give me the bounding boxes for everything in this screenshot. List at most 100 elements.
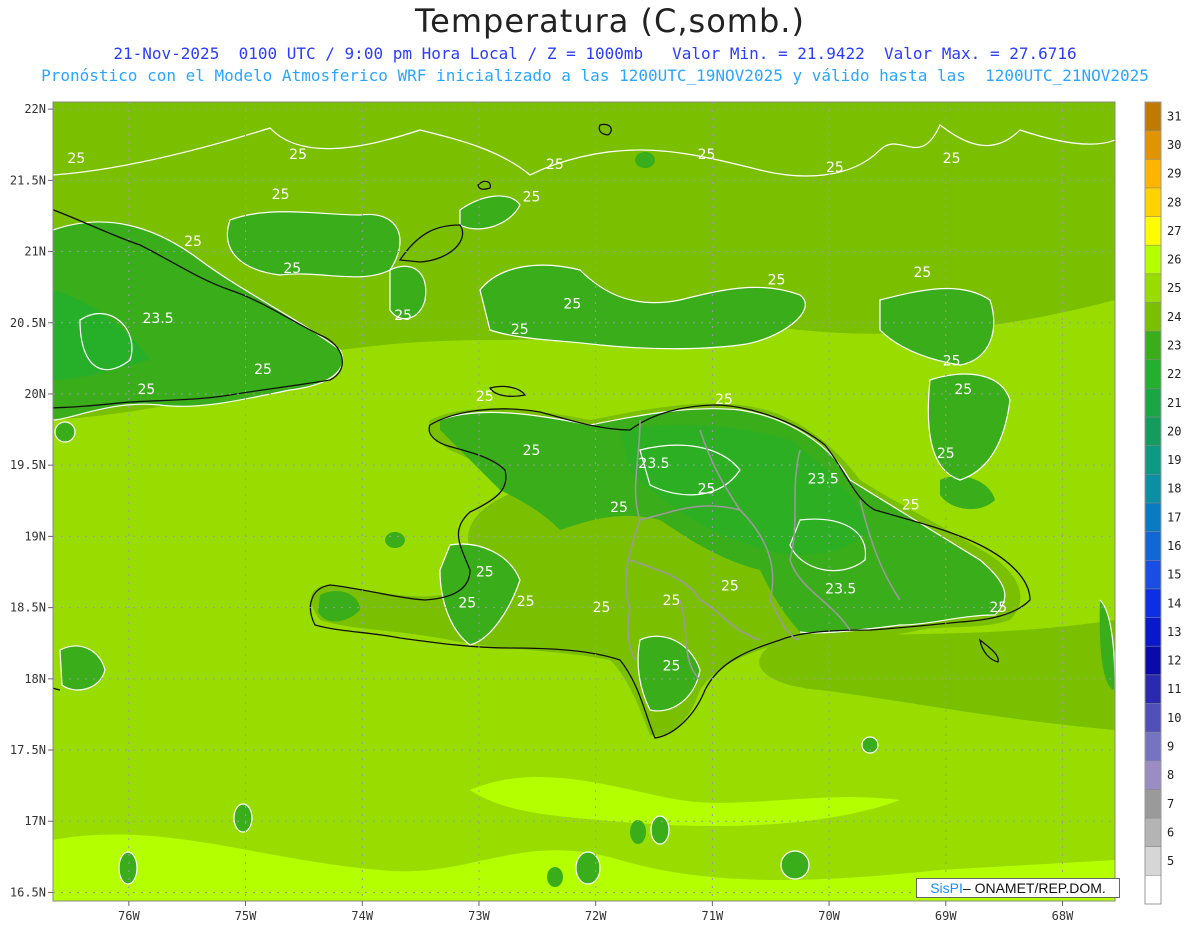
colorbar-tick-label: 18 (1167, 482, 1181, 496)
colorbar-swatch (1145, 417, 1161, 447)
colorbar-swatch (1145, 846, 1161, 876)
lon-tick-label: 69W (935, 909, 957, 923)
contour-value-label: 25 (511, 322, 529, 338)
colorbar-swatch (1145, 445, 1161, 475)
colorbar-tick-label: 26 (1167, 253, 1181, 267)
lat-tick-label: 18N (24, 672, 46, 686)
lat-tick-label: 21.5N (10, 173, 46, 187)
colorbar-swatch (1145, 531, 1161, 561)
colorbar-swatch (1145, 760, 1161, 790)
contour-value-label: 25 (989, 600, 1007, 616)
islet-warm-3 (630, 820, 646, 844)
north-blob-1 (227, 211, 400, 277)
latitude-axis: 22N 21.5N 21N 20.5N 20N 19.5N 19N 18.5N 18N 17.5N… (10, 102, 53, 899)
contour-value-label: 25 (272, 187, 290, 203)
colorbar-tick-label: 6 (1167, 825, 1174, 839)
contour-value-label: 25 (943, 151, 961, 167)
contour-value-label: 25 (289, 147, 307, 163)
contour-value-label: 25 (826, 160, 844, 176)
colorbar-tick-label: 17 (1167, 510, 1181, 524)
lat-tick-label: 17N (24, 814, 46, 828)
lon-tick-label: 71W (702, 909, 724, 923)
lat-tick-label: 20N (24, 387, 46, 401)
contour-value-label: 25 (184, 234, 202, 250)
islet-warm-11 (635, 152, 655, 168)
colorbar-swatch (1145, 216, 1161, 246)
colorbar-tick-label: 29 (1167, 167, 1181, 181)
contour-value-label: 25 (476, 564, 494, 580)
colorbar-tick-label: 28 (1167, 195, 1181, 209)
contour-value-label: 23.5 (825, 581, 856, 597)
colorbar-tick-label: 23 (1167, 338, 1181, 352)
lat-tick-label: 20.5N (10, 316, 46, 330)
longitude-axis: 76W 75W 74W 73W 72W 71W 70W 69W 68W (118, 901, 1074, 923)
contour-value-label: 25 (254, 362, 272, 378)
colorbar-swatch (1145, 588, 1161, 619)
colorbar-swatch (1145, 646, 1161, 676)
lon-tick-label: 68W (1052, 909, 1074, 923)
colorbar-tick-label: 7 (1167, 797, 1174, 811)
lon-tick-label: 76W (118, 909, 140, 923)
contour-value-label: 25 (523, 443, 541, 459)
color-scale-bar: 31 30 29 28 27 26 25 24 23 22 21 20 19 18 17 16 15 14 13 12… (1144, 101, 1181, 905)
contour-value-label: 25 (721, 579, 739, 595)
contour-value-label: 25 (523, 190, 541, 206)
contour-value-label: 25 (458, 596, 476, 612)
contour-value-label: 23.5 (638, 456, 669, 472)
contour-value-label: 25 (593, 600, 611, 616)
lon-tick-label: 73W (468, 909, 490, 923)
colorbar-swatch (1145, 273, 1161, 303)
colorbar-swatch (1145, 102, 1161, 132)
contour-value-label: 25 (67, 151, 85, 167)
contour-value-label: 25 (610, 500, 628, 516)
credit-text: – ONAMET/REP.DOM. (962, 880, 1106, 896)
contour-value-label: 25 (937, 446, 955, 462)
colorbar-swatch (1145, 187, 1161, 218)
lon-tick-label: 75W (235, 909, 257, 923)
contour-value-label: 25 (517, 594, 535, 610)
colorbar-swatch (1145, 388, 1161, 418)
colorbar-tick-label: 8 (1167, 768, 1174, 782)
contour-value-label: 25 (394, 308, 412, 324)
colorbar-swatch (1145, 302, 1161, 332)
colorbar-tick-label: 16 (1167, 539, 1181, 553)
lat-tick-label: 19.5N (10, 458, 46, 472)
lon-tick-label: 74W (351, 909, 373, 923)
colorbar-swatch (1145, 331, 1161, 361)
colorbar-tick-label: 10 (1167, 711, 1181, 725)
colorbar-swatch (1145, 359, 1161, 389)
lon-tick-label: 72W (585, 909, 607, 923)
contour-value-label: 25 (698, 482, 716, 498)
colorbar-tick-label: 12 (1167, 654, 1181, 668)
colorbar-swatch (1145, 130, 1161, 160)
colorbar-tick-label: 24 (1167, 310, 1181, 324)
colorbar-tick-label: 31 (1167, 109, 1181, 123)
contour-value-label: 23.5 (808, 472, 839, 488)
credit-brand: SisPI (930, 880, 963, 896)
colorbar-tick-label: 11 (1167, 682, 1181, 696)
colorbar-tick-label: 22 (1167, 367, 1181, 381)
colorbar-swatch (1145, 732, 1161, 762)
colorbar-tick-label: 25 (1167, 281, 1181, 295)
contour-value-label: 25 (943, 353, 961, 369)
colorbar-swatch (1145, 875, 1161, 905)
colorbar-tick-label: 20 (1167, 424, 1181, 438)
contour-value-label: 25 (563, 297, 581, 313)
colorbar-tick-label: 14 (1167, 596, 1181, 610)
colorbar-swatch (1145, 617, 1161, 647)
colorbar-swatch (1145, 159, 1161, 189)
islet-warm-10 (385, 532, 405, 548)
islet-warm-6 (547, 867, 563, 887)
colorbar-tick-label: 5 (1167, 854, 1174, 868)
colorbar-swatch (1145, 245, 1161, 275)
colorbar-tick-label: 30 (1167, 138, 1181, 152)
colorbar-tick-label: 27 (1167, 224, 1181, 238)
colorbar-swatch (1145, 818, 1161, 848)
contour-value-label: 25 (137, 382, 155, 398)
contour-value-label: 25 (546, 157, 564, 173)
contour-value-label: 23.5 (142, 311, 173, 327)
contour-value-label: 25 (663, 593, 681, 609)
colorbar-swatch (1145, 560, 1161, 590)
contour-value-label: 25 (954, 382, 972, 398)
colorbar-swatch (1145, 503, 1161, 533)
